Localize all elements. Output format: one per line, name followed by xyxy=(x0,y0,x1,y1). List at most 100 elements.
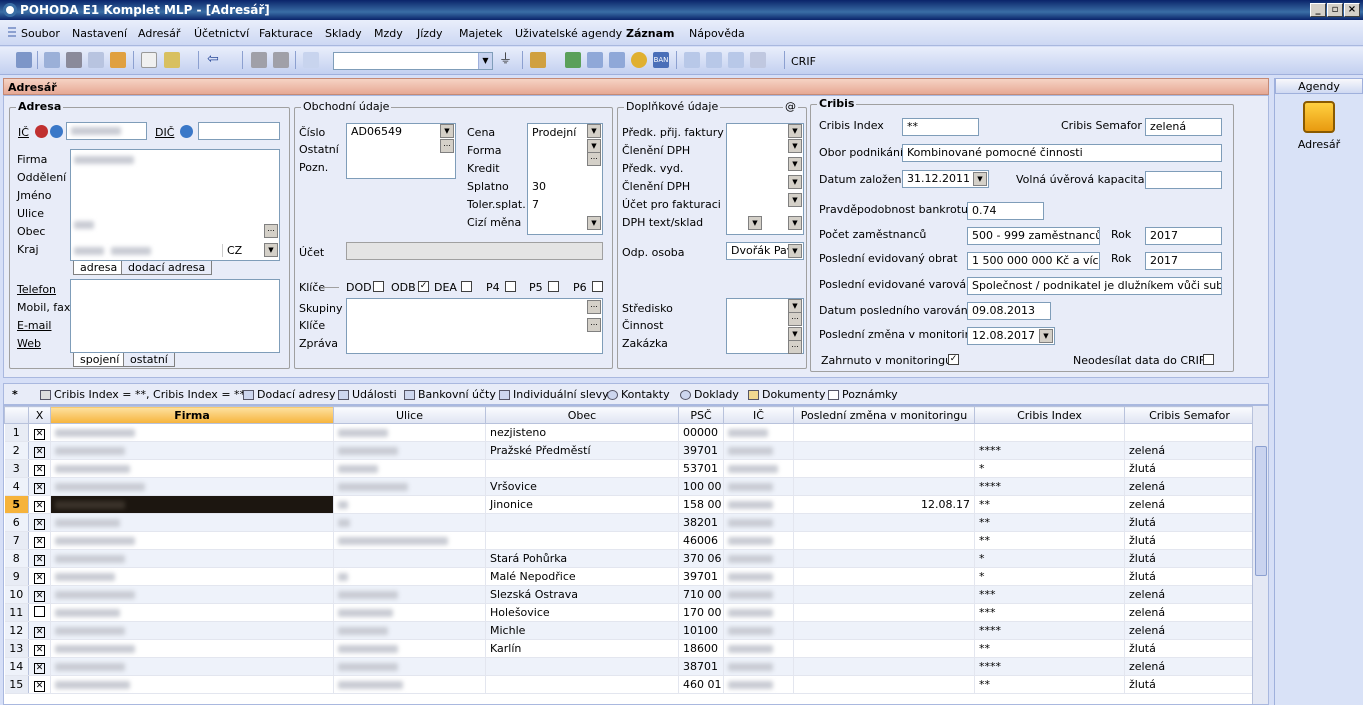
obec-cell[interactable]: Michle xyxy=(485,621,679,640)
cribis-index-cell[interactable]: * xyxy=(974,549,1125,568)
row-checkbox[interactable]: ✕ xyxy=(34,518,45,530)
row-checkbox[interactable]: ✕ xyxy=(34,554,45,566)
chevron-down-icon[interactable]: ▼ xyxy=(1039,329,1053,343)
row-checkbox[interactable]: ✕ xyxy=(34,680,45,692)
cribis-index-cell[interactable]: **** xyxy=(974,657,1125,676)
dic-label[interactable]: DIČ xyxy=(155,126,174,139)
ic-cell[interactable] xyxy=(723,567,794,586)
menu-zaznam[interactable]: Záznam xyxy=(626,27,675,40)
ic-cell[interactable] xyxy=(723,603,794,622)
row-number[interactable]: 5 xyxy=(4,495,29,514)
ic-field[interactable] xyxy=(66,122,147,140)
cribis-index-cell[interactable]: ** xyxy=(974,639,1125,658)
zmena-cell[interactable] xyxy=(793,441,975,460)
ulice-cell[interactable] xyxy=(333,567,486,586)
table-row[interactable]: 10 ✕ Slezská Ostrava 710 00 *** zelená xyxy=(4,585,1255,604)
firma-cell[interactable] xyxy=(50,603,334,622)
scrollbar-thumb[interactable] xyxy=(1255,446,1267,576)
telefon-label[interactable]: Telefon xyxy=(17,283,56,296)
ic-cell[interactable] xyxy=(723,441,794,460)
ic-cell[interactable] xyxy=(723,513,794,532)
table-row[interactable]: 12 ✕ Michle 10100 **** zelená xyxy=(4,621,1255,640)
obec-cell[interactable] xyxy=(485,675,679,694)
help-icon[interactable] xyxy=(750,52,766,68)
tab-dokumenty[interactable]: Dokumenty xyxy=(746,387,825,403)
cribis-index-cell[interactable]: *** xyxy=(974,585,1125,604)
row-checkbox[interactable]: ✕ xyxy=(34,626,45,638)
grid-scrollbar[interactable] xyxy=(1252,406,1268,704)
ic-cell[interactable] xyxy=(723,621,794,640)
save-icon[interactable] xyxy=(251,52,267,68)
cribis-semafor-cell[interactable] xyxy=(1124,423,1255,442)
duplicate-icon[interactable] xyxy=(303,52,319,68)
adresar-agenda-label[interactable]: Adresář xyxy=(1275,138,1363,151)
cribis-semafor-field[interactable]: zelená xyxy=(1145,118,1222,136)
row-checkbox[interactable]: ✕ xyxy=(34,536,45,548)
psc-cell[interactable]: 39701 xyxy=(678,567,724,586)
obrat-field[interactable]: 1 500 000 000 Kč a více xyxy=(967,252,1100,270)
filter-icon[interactable]: ⏚ xyxy=(499,52,515,68)
col-header-cribis-semafor[interactable]: Cribis Semafor xyxy=(1124,406,1255,424)
ulice-cell[interactable] xyxy=(333,531,486,550)
row-checkbox[interactable]: ✕ xyxy=(34,482,45,494)
ulice-cell[interactable] xyxy=(333,513,486,532)
row-checkbox[interactable]: ✕ xyxy=(34,464,45,476)
row-number[interactable]: 15 xyxy=(4,675,29,694)
menu-majetek[interactable]: Majetek xyxy=(459,27,503,40)
table-row[interactable]: 15 ✕ 460 01 ** žlutá xyxy=(4,675,1255,694)
row-number[interactable]: 11 xyxy=(4,603,29,622)
web-globe-icon[interactable] xyxy=(50,125,63,138)
chevron-down-icon[interactable]: ▼ xyxy=(788,193,802,207)
rok2-field[interactable]: 2017 xyxy=(1145,252,1222,270)
cribis-semafor-cell[interactable]: zelená xyxy=(1124,495,1255,514)
psc-cell[interactable]: 53701 xyxy=(678,459,724,478)
cribis-semafor-cell[interactable]: zelená xyxy=(1124,441,1255,460)
chevron-down-icon[interactable]: ▼ xyxy=(788,299,802,313)
skupiny-block[interactable] xyxy=(346,298,603,354)
row-checkbox-cell[interactable]: ✕ xyxy=(28,459,51,478)
ic-label[interactable]: IČ xyxy=(18,126,29,139)
ulice-cell[interactable] xyxy=(333,675,486,694)
cribis-index-cell[interactable]: *** xyxy=(974,603,1125,622)
col-header-ulice[interactable]: Ulice xyxy=(333,406,486,424)
filter-combo[interactable]: ▼ xyxy=(333,52,493,70)
chevron-down-icon[interactable]: ▼ xyxy=(587,124,601,138)
cribis-semafor-cell[interactable]: žlutá xyxy=(1124,531,1255,550)
row-checkbox-cell[interactable]: ✕ xyxy=(28,441,51,460)
row-checkbox-cell[interactable] xyxy=(28,603,51,622)
flag-odb-checkbox[interactable]: ✓ xyxy=(418,281,429,292)
row-checkbox-cell[interactable]: ✕ xyxy=(28,567,51,586)
menu-napoveda[interactable]: Nápověda xyxy=(689,27,745,40)
firma-cell[interactable] xyxy=(50,531,334,550)
chevron-down-icon[interactable]: ▼ xyxy=(973,172,987,186)
ic-cell[interactable] xyxy=(723,423,794,442)
menu-sklady[interactable]: Sklady xyxy=(325,27,362,40)
cribis-index-cell[interactable]: * xyxy=(974,567,1125,586)
col-header-firma[interactable]: Firma xyxy=(50,406,334,424)
row-checkbox-cell[interactable]: ✕ xyxy=(28,585,51,604)
flag-p6-checkbox[interactable] xyxy=(592,281,603,292)
tab-doklady[interactable]: Doklady xyxy=(678,387,739,403)
row-number[interactable]: 12 xyxy=(4,621,29,640)
table-row[interactable]: 4 ✕ Vršovice 100 00 **** zelená xyxy=(4,477,1255,496)
tab-filter[interactable]: Cribis Index = **, Cribis Index = ** xyxy=(38,387,245,403)
tab-all[interactable]: * xyxy=(10,387,18,403)
obec-cell[interactable]: Vršovice xyxy=(485,477,679,496)
email-label[interactable]: E-mail xyxy=(17,319,52,332)
flag-p5-checkbox[interactable] xyxy=(548,281,559,292)
psc-cell[interactable]: 18600 xyxy=(678,639,724,658)
cribis-semafor-cell[interactable]: zelená xyxy=(1124,621,1255,640)
table-row[interactable]: 11 Holešovice 170 00 *** zelená xyxy=(4,603,1255,622)
obec-cell[interactable]: Holešovice xyxy=(485,603,679,622)
tab-dodaci-adresa[interactable]: dodací adresa xyxy=(121,261,213,275)
zmena-cell[interactable] xyxy=(793,567,975,586)
ulice-cell[interactable] xyxy=(333,585,486,604)
table-row[interactable]: 9 ✕ Malé Nepodřice 39701 * žlutá xyxy=(4,567,1255,586)
cribis-index-cell[interactable] xyxy=(974,423,1125,442)
list-icon[interactable] xyxy=(706,52,722,68)
ulice-cell[interactable] xyxy=(333,441,486,460)
psc-cell[interactable]: 39701 xyxy=(678,441,724,460)
preview-icon[interactable] xyxy=(88,52,104,68)
cribis-index-cell[interactable]: **** xyxy=(974,477,1125,496)
ulice-cell[interactable] xyxy=(333,621,486,640)
